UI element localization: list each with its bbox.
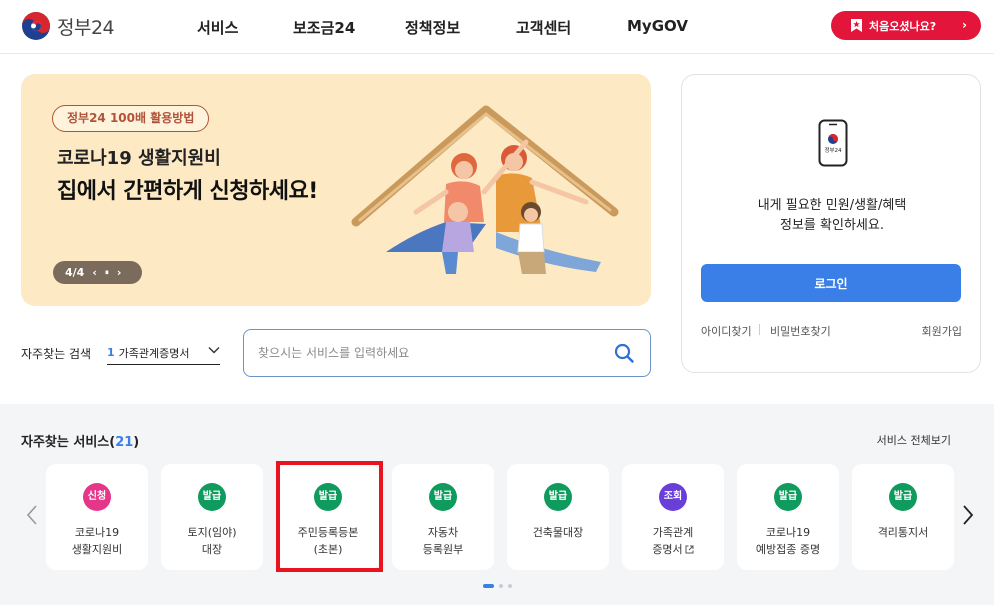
- service-label-line2: 대장: [201, 543, 223, 556]
- banner-pause-icon[interactable]: ⏸: [105, 268, 109, 278]
- service-badge: 발급: [314, 483, 342, 511]
- carousel-next-icon[interactable]: [961, 504, 975, 526]
- service-label: 코로나19 예방접종 증명: [737, 524, 839, 558]
- service-badge: 조회: [659, 483, 687, 511]
- service-label-line2: (초본): [313, 543, 343, 556]
- services-title-text: 자주찾는 서비스: [21, 435, 110, 450]
- family-house-illustration: [351, 105, 619, 274]
- service-card-corona-support[interactable]: 신청 코로나19 생활지원비: [46, 464, 148, 570]
- banner-title: 집에서 간편하게 신청하세요!: [57, 179, 318, 204]
- frequent-search-value: 가족관계증명서: [118, 346, 190, 360]
- carousel-prev-icon[interactable]: [25, 504, 39, 526]
- service-label-line1: 주민등록등본: [297, 526, 359, 539]
- nav-customer-center[interactable]: 고객센터: [516, 17, 571, 38]
- login-message-line1: 내게 필요한 민원/생활/혜택: [757, 198, 907, 213]
- frequent-search-label: 자주찾는 검색: [21, 347, 92, 361]
- service-badge: 발급: [429, 483, 457, 511]
- carousel-dots: [483, 584, 512, 588]
- site-header: 정부24 서비스 보조금24 정책정보 고객센터 MyGOV 처음오셨나요? ›: [0, 0, 994, 54]
- service-badge: 신청: [83, 483, 111, 511]
- frequent-search-select[interactable]: 1 가족관계증명서: [107, 341, 220, 365]
- nav-mygov[interactable]: MyGOV: [627, 17, 688, 35]
- service-label: 주민등록등본 (초본): [277, 524, 379, 558]
- service-label-line1: 코로나19: [765, 526, 811, 539]
- service-card-building-register[interactable]: 발급 건축물대장: [507, 464, 609, 570]
- link-divider: [759, 324, 760, 335]
- chevron-right-icon: ›: [962, 18, 967, 32]
- nav-services[interactable]: 서비스: [197, 17, 238, 38]
- view-all-services-link[interactable]: 서비스 전체보기: [877, 432, 951, 448]
- find-password-link[interactable]: 비밀번호찾기: [770, 323, 831, 339]
- service-badge: 발급: [889, 483, 917, 511]
- promo-banner[interactable]: 정부24 100배 활용방법 코로나19 생활지원비 집에서 간편하게 신청하세…: [21, 74, 651, 306]
- search-icon[interactable]: [614, 343, 634, 363]
- service-badge: 발급: [198, 483, 226, 511]
- login-message: 내게 필요한 민원/생활/혜택 정보를 확인하세요.: [682, 196, 982, 236]
- service-label-line2: 생활지원비: [71, 543, 123, 556]
- service-badge: 발급: [544, 483, 572, 511]
- banner-next-icon[interactable]: ›: [117, 266, 122, 279]
- logo-text: 정부24: [57, 16, 115, 39]
- taegeuk-logo-icon: [22, 12, 50, 40]
- services-title: 자주찾는 서비스(21): [21, 435, 140, 450]
- signup-link[interactable]: 회원가입: [922, 323, 962, 339]
- logo[interactable]: 정부24: [21, 11, 115, 41]
- external-link-icon: [685, 545, 694, 554]
- banner-counter: 4/4: [65, 266, 85, 279]
- service-card-resident-registration[interactable]: 발급 주민등록등본 (초본): [277, 464, 379, 570]
- login-card: 정부24 내게 필요한 민원/생활/혜택 정보를 확인하세요. 로그인 아이디찾…: [681, 74, 981, 373]
- service-card-vehicle-register[interactable]: 발급 자동차 등록원부: [392, 464, 494, 570]
- service-card-quarantine-notice[interactable]: 발급 격리통지서: [852, 464, 954, 570]
- frequent-search-rank: 1: [107, 346, 115, 359]
- first-visit-label: 처음오셨나요?: [869, 19, 937, 33]
- service-label-line2-wrap: 증명서: [622, 541, 724, 558]
- search-box: [243, 329, 651, 377]
- carousel-dot[interactable]: [499, 584, 503, 588]
- nav-policy-info[interactable]: 정책정보: [405, 17, 460, 38]
- banner-pager: 4/4 ‹ ⏸ ›: [53, 261, 142, 284]
- service-label-line1: 코로나19: [74, 526, 120, 539]
- service-label-line1: 토지(임야): [187, 526, 237, 539]
- service-label: 가족관계 증명서: [622, 524, 724, 558]
- chevron-down-icon: [208, 347, 220, 354]
- phone-label: 정부24: [824, 147, 842, 154]
- service-label-line1: 자동차: [427, 526, 459, 539]
- service-card-land-register[interactable]: 발급 토지(임야) 대장: [161, 464, 263, 570]
- banner-tag: 정부24 100배 활용방법: [52, 105, 210, 132]
- bookmark-star-icon: [851, 19, 862, 32]
- service-label: 격리통지서: [852, 524, 954, 541]
- service-label: 자동차 등록원부: [392, 524, 494, 558]
- service-label-line2: 등록원부: [422, 543, 464, 556]
- search-input[interactable]: [258, 343, 598, 363]
- carousel-dot[interactable]: [508, 584, 512, 588]
- service-label-line2: 증명서: [652, 543, 683, 556]
- nav-subsidy24[interactable]: 보조금24: [293, 17, 355, 38]
- banner-prev-icon[interactable]: ‹: [92, 266, 97, 279]
- service-label-line1: 가족관계: [652, 526, 694, 539]
- frequent-services-section: 자주찾는 서비스(21) 서비스 전체보기 신청 코로나19 생활지원비 발급 …: [0, 404, 994, 605]
- find-id-link[interactable]: 아이디찾기: [701, 323, 752, 339]
- service-label-line1: 건축물대장: [532, 526, 584, 539]
- service-label: 토지(임야) 대장: [161, 524, 263, 558]
- service-label-line1: 격리통지서: [877, 526, 929, 539]
- service-card-vaccination-certificate[interactable]: 발급 코로나19 예방접종 증명: [737, 464, 839, 570]
- service-card-family-certificate[interactable]: 조회 가족관계 증명서: [622, 464, 724, 570]
- carousel-dot[interactable]: [483, 584, 494, 588]
- services-count: 21: [115, 435, 134, 450]
- banner-subtitle: 코로나19 생활지원비: [57, 148, 221, 169]
- service-badge: 발급: [774, 483, 802, 511]
- service-label-line2: 예방접종 증명: [755, 543, 821, 556]
- mobile-phone-icon: 정부24: [818, 119, 848, 167]
- login-button[interactable]: 로그인: [701, 264, 961, 302]
- service-label: 건축물대장: [507, 524, 609, 541]
- first-visit-button[interactable]: 처음오셨나요? ›: [831, 11, 981, 40]
- login-message-line2: 정보를 확인하세요.: [780, 218, 884, 233]
- service-label: 코로나19 생활지원비: [46, 524, 148, 558]
